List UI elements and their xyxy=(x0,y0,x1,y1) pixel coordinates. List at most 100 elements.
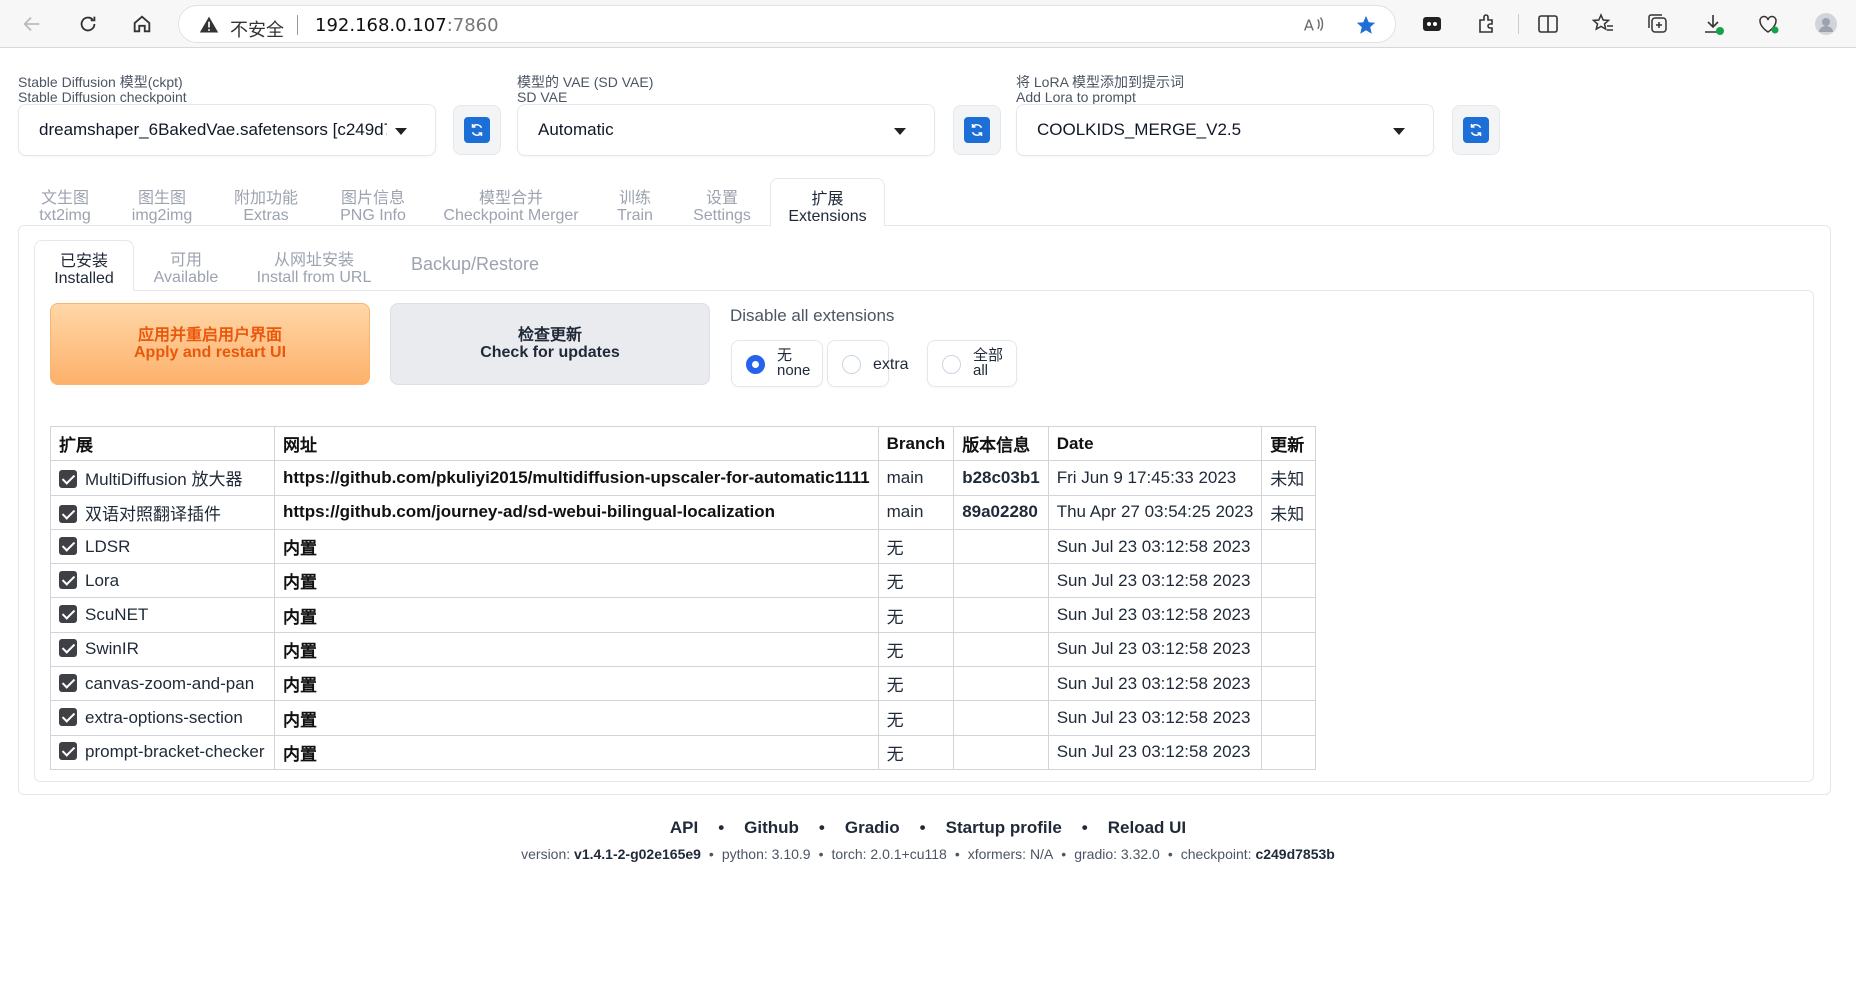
insecure-label[interactable]: 不安全 xyxy=(230,16,284,42)
col-version: 版本信息 xyxy=(953,425,1049,462)
avatar-icon xyxy=(1815,13,1837,35)
extension-date-text: Sun Jul 23 03:12:58 2023 xyxy=(1056,708,1251,728)
tab-label-zh: 文生图 xyxy=(40,190,89,207)
col-extension: 扩展 xyxy=(50,425,275,462)
subtab-install-from-url[interactable]: 从网址安装 Install from URL xyxy=(250,240,378,291)
extension-branch-cell: 无 xyxy=(877,666,955,702)
favorites-icon[interactable] xyxy=(1589,10,1617,38)
address-bar[interactable]: 不安全 192.168.0.107:7860 A xyxy=(178,5,1396,43)
extension-update-cell xyxy=(1261,631,1317,668)
radio-label: 全部 all xyxy=(973,348,1003,378)
extension-version-cell: 89a02280 xyxy=(953,494,1049,530)
subtab-installed[interactable]: 已安装 Installed xyxy=(34,240,134,291)
read-aloud-icon[interactable]: A xyxy=(1303,14,1325,36)
split-icon xyxy=(1538,15,1558,33)
extension-date-cell: Fri Jun 9 17:45:33 2023 xyxy=(1047,460,1263,496)
enable-checkbox[interactable] xyxy=(59,742,77,761)
footer-link-gradio[interactable]: Gradio xyxy=(845,818,900,837)
back-button[interactable] xyxy=(14,6,50,42)
col-branch: Branch xyxy=(877,425,955,462)
toolbar-divider xyxy=(1518,14,1519,34)
favorite-star-icon[interactable] xyxy=(1355,14,1377,36)
footer-link-startup-profile[interactable]: Startup profile xyxy=(946,818,1062,837)
extension-branch-cell: 无 xyxy=(877,563,955,599)
extension-url-text[interactable]: https://github.com/journey-ad/sd-webui-b… xyxy=(283,502,775,521)
extension-version-cell xyxy=(953,734,1049,770)
table-header-row: 扩展 网址 Branch 版本信息 Date 更新 xyxy=(50,425,1317,462)
radio-extra[interactable]: extra xyxy=(827,340,909,387)
extension-name-cell: prompt-bracket-checker xyxy=(50,734,275,770)
tab-label-zh: 扩展 xyxy=(811,191,844,208)
extension-update-cell xyxy=(1261,700,1317,736)
apply-restart-button[interactable]: 应用并重启用户界面 Apply and restart UI xyxy=(50,303,370,385)
tab-settings[interactable]: 设置 Settings xyxy=(688,178,756,226)
vae-refresh-button[interactable] xyxy=(953,105,1001,155)
enable-checkbox[interactable] xyxy=(59,570,77,589)
radio-none[interactable]: 无 none xyxy=(731,340,823,387)
lora-dropdown[interactable]: COOLKIDS_MERGE_V2.5 xyxy=(1016,104,1434,156)
collections-icon[interactable] xyxy=(1644,10,1672,38)
table-row: Lora 内置 无 Sun Jul 23 03:12:58 2023 xyxy=(50,563,1317,599)
reload-icon xyxy=(80,16,96,32)
tab-txt2img[interactable]: 文生图 txt2img xyxy=(30,178,100,226)
tab-extensions[interactable]: 扩展 Extensions xyxy=(770,178,885,226)
check-updates-button[interactable]: 检查更新 Check for updates xyxy=(390,303,710,385)
extension-name-text: Lora xyxy=(85,570,120,590)
enable-checkbox[interactable] xyxy=(59,605,77,624)
home-button[interactable] xyxy=(124,6,160,42)
enable-checkbox[interactable] xyxy=(59,504,77,523)
extension-url-cell: https://github.com/pkuliyi2015/multidiff… xyxy=(274,460,879,496)
tab-label-zh: 模型合并 xyxy=(478,190,543,207)
footer-dot: • xyxy=(718,818,725,837)
subtab-available[interactable]: 可用 Available xyxy=(148,240,224,291)
performance-icon[interactable] xyxy=(1754,10,1782,38)
extension-date-text: Sun Jul 23 03:12:58 2023 xyxy=(1056,742,1251,762)
extension-name-cell: Lora xyxy=(50,563,275,599)
extension-url-text[interactable]: https://github.com/pkuliyi2015/multidiff… xyxy=(283,468,870,487)
extension-name-cell: 双语对照翻译插件 xyxy=(50,494,275,530)
profile-avatar[interactable] xyxy=(1812,10,1840,38)
extension-url-text: 内置 xyxy=(283,676,317,696)
extension-app-icon[interactable] xyxy=(1418,10,1446,38)
tab-extras[interactable]: 附加功能 Extras xyxy=(226,178,306,226)
subtab-label-zh: 从网址安装 xyxy=(273,252,354,269)
footer-link-api[interactable]: API xyxy=(670,818,698,837)
lora-refresh-button[interactable] xyxy=(1452,105,1500,155)
table-row: 双语对照翻译插件 https://github.com/journey-ad/sd… xyxy=(50,494,1317,530)
extensions-puzzle-icon[interactable] xyxy=(1473,10,1501,38)
enable-checkbox[interactable] xyxy=(59,536,77,555)
reload-button[interactable] xyxy=(70,6,106,42)
ckpt-dropdown[interactable]: dreamshaper_6BakedVae.safetensors [c249d… xyxy=(18,104,436,156)
enable-checkbox[interactable] xyxy=(59,470,77,489)
url-port: :7860 xyxy=(446,15,499,36)
vae-dropdown[interactable]: Automatic xyxy=(517,104,935,156)
tab-train[interactable]: 训练 Train xyxy=(604,178,666,226)
extension-version-cell xyxy=(953,666,1049,702)
extension-url-cell: 内置 xyxy=(274,563,879,599)
col-date: Date xyxy=(1047,425,1263,462)
extension-date-text: Sun Jul 23 03:12:58 2023 xyxy=(1056,570,1251,590)
footer-link-reload-ui[interactable]: Reload UI xyxy=(1108,818,1186,837)
extension-branch-cell: main xyxy=(877,494,955,530)
tab-png-info[interactable]: 图片信息 PNG Info xyxy=(330,178,416,226)
footer-link-github[interactable]: Github xyxy=(744,818,799,837)
enable-checkbox[interactable] xyxy=(59,708,77,727)
enable-checkbox[interactable] xyxy=(59,673,77,692)
extension-branch-text: 无 xyxy=(886,641,904,661)
url-text[interactable]: 192.168.0.107:7860 xyxy=(315,15,499,36)
extension-name-text: ScuNET xyxy=(85,605,149,625)
downloads-icon[interactable] xyxy=(1699,10,1727,38)
tab-checkpoint-merger[interactable]: 模型合并 Checkpoint Merger xyxy=(440,178,582,226)
radio-all[interactable]: 全部 all xyxy=(927,340,1017,387)
ckpt-refresh-button[interactable] xyxy=(453,105,501,155)
split-screen-icon[interactable] xyxy=(1534,10,1562,38)
url-host: 192.168.0.107 xyxy=(315,15,447,36)
extension-url-cell: 内置 xyxy=(274,528,879,565)
check-label-en: Check for updates xyxy=(480,344,620,361)
tab-img2img[interactable]: 图生图 img2img xyxy=(124,178,200,226)
enable-checkbox[interactable] xyxy=(59,639,77,658)
radio-label-en: all xyxy=(973,362,989,379)
subtab-backup-restore[interactable]: Backup/Restore xyxy=(400,240,550,291)
refresh-icon xyxy=(964,117,990,143)
extension-url-cell: 内置 xyxy=(274,597,879,633)
